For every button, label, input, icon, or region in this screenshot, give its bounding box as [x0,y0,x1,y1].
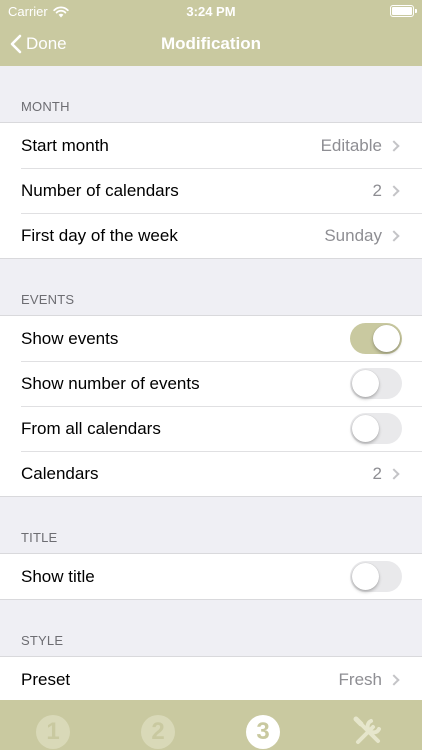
tab-2-label: 2 [151,718,165,745]
group-title: Show title [0,553,422,600]
show-events-toggle[interactable] [350,323,402,354]
row-value: Editable [320,135,382,155]
chevron-right-icon [388,467,400,480]
row-first-day-of-week[interactable]: First day of the week Sunday [0,213,422,258]
show-title-toggle[interactable] [350,561,402,592]
section-header-month: MONTH [21,99,70,114]
row-label: Show title [21,566,95,586]
row-label: Preset [21,669,71,689]
chevron-right-icon [388,673,400,686]
page-title: Modification [160,34,262,53]
row-label: Show events [21,328,119,348]
row-calendars[interactable]: Calendars 2 [0,451,422,496]
status-bar: Carrier 3:24 PM [0,0,422,22]
group-style: Preset Fresh [0,656,422,700]
tab-1[interactable]: 1 [36,715,70,749]
row-number-of-calendars[interactable]: Number of calendars 2 [0,168,422,213]
row-value: 2 [372,180,382,200]
row-show-number-of-events: Show number of events [0,361,422,406]
toggle-knob [352,563,379,590]
row-show-events: Show events [0,316,422,361]
toggle-knob [352,370,379,397]
row-value: Fresh [338,669,382,689]
toggle-knob [352,415,379,442]
show-number-of-events-toggle[interactable] [350,368,402,399]
from-all-calendars-toggle[interactable] [350,413,402,444]
tab-3[interactable]: 3 [246,715,280,749]
group-events: Show events Show number of events From a… [0,315,422,497]
row-value: Sunday [324,225,382,245]
toggle-knob [373,325,400,352]
tab-3-label: 3 [256,718,270,745]
section-header-style: STYLE [21,633,64,648]
tab-1-label: 1 [46,718,60,745]
section-header-events: EVENTS [21,292,75,307]
row-label: Start month [21,135,109,155]
row-value: 2 [372,463,382,483]
chevron-right-icon [388,229,400,242]
battery-icon [390,5,417,17]
row-show-title: Show title [0,554,422,599]
tab-2[interactable]: 2 [141,715,175,749]
tools-icon [353,716,381,744]
group-month: Start month Editable Number of calendars… [0,122,422,259]
status-time: 3:24 PM [186,4,236,19]
row-from-all-calendars: From all calendars [0,406,422,451]
row-label: From all calendars [21,418,161,438]
row-start-month[interactable]: Start month Editable [0,123,422,168]
chevron-right-icon [388,184,400,197]
row-label: Calendars [21,463,99,483]
tab-tools[interactable] [351,715,385,749]
row-label: First day of the week [21,225,178,245]
section-header-title: TITLE [21,530,58,545]
tab-bar: 1 2 3 [0,700,422,750]
row-label: Show number of events [21,373,200,393]
navigation-bar: Done Modification [0,22,422,66]
row-preset[interactable]: Preset Fresh [0,657,422,700]
settings-list[interactable]: MONTH Start month Editable Number of cal… [0,66,422,700]
row-label: Number of calendars [21,180,179,200]
chevron-right-icon [388,139,400,152]
